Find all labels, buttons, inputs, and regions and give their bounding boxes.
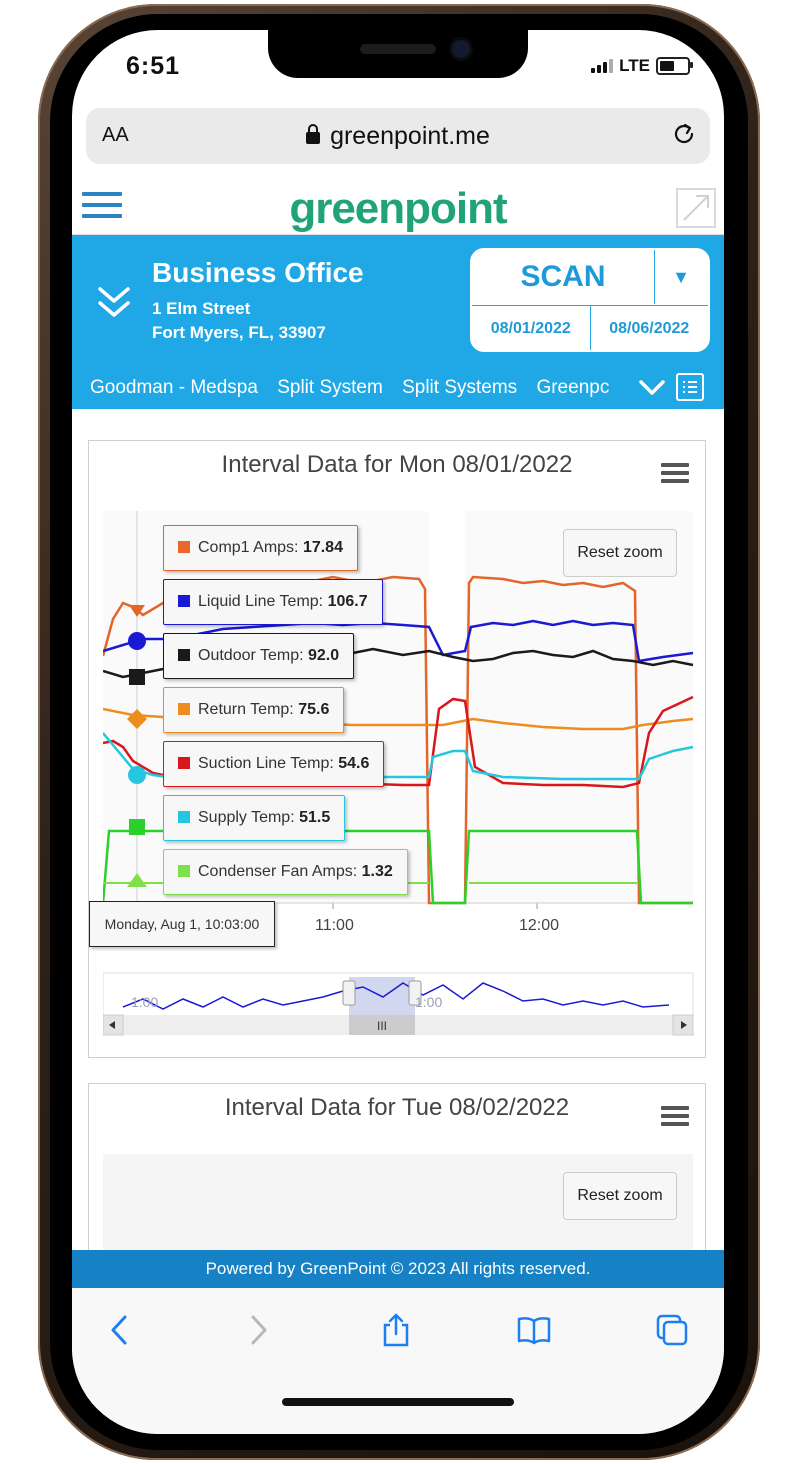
- marker-condenser-fan: [129, 819, 145, 835]
- reset-zoom-button[interactable]: Reset zoom: [563, 1172, 677, 1220]
- end-date[interactable]: 08/06/2022: [591, 306, 709, 350]
- start-date[interactable]: 08/01/2022: [472, 306, 591, 350]
- chart-title: Interval Data for Mon 08/01/2022: [221, 451, 573, 478]
- phone-notch: [268, 30, 528, 78]
- tab-goodman-medspa[interactable]: Goodman - Medspa: [90, 377, 258, 398]
- tooltip-return-temp: Return Temp: 75.6: [163, 687, 345, 733]
- reload-icon[interactable]: [672, 122, 696, 146]
- phone-screen: 6:51 LTE AA greenpoint.me greenpoint Bus…: [72, 30, 724, 1434]
- chart-menu-icon[interactable]: [661, 1106, 689, 1130]
- url-bar[interactable]: AA greenpoint.me: [86, 108, 710, 164]
- site-footer: Powered by GreenPoint © 2023 All rights …: [72, 1250, 724, 1288]
- tooltip-label: Supply Temp:: [198, 809, 300, 826]
- greenpoint-logo[interactable]: greenpoint: [72, 184, 724, 234]
- back-icon[interactable]: [102, 1312, 138, 1348]
- chart-card-mon: Interval Data for Mon 08/01/2022 1:00 1:…: [88, 440, 706, 1058]
- plot-gap: [429, 511, 465, 903]
- x-axis-tooltip: Monday, Aug 1, 10:03:00: [89, 901, 275, 947]
- tooltip-value: 17.84: [302, 539, 343, 556]
- navigator-handle-left[interactable]: [342, 980, 356, 1006]
- list-icon[interactable]: [676, 373, 704, 401]
- tabs-icon[interactable]: [654, 1312, 690, 1348]
- tooltip-outdoor-temp: Outdoor Temp: 92.0: [163, 633, 355, 679]
- tooltip-supply-temp: Supply Temp: 51.5: [163, 795, 346, 841]
- legend-swatch: [178, 811, 190, 823]
- status-time: 6:51: [126, 52, 181, 80]
- bookmarks-icon[interactable]: [516, 1312, 552, 1348]
- tooltip-label: Outdoor Temp:: [198, 647, 308, 664]
- scan-date-range: 08/01/2022 08/06/2022: [472, 305, 709, 350]
- url-text[interactable]: greenpoint.me: [86, 122, 710, 151]
- tooltip-liquid-line-temp: Liquid Line Temp: 106.7: [163, 579, 383, 625]
- chevron-down-icon[interactable]: [638, 375, 666, 401]
- chart-menu-icon[interactable]: [661, 463, 689, 487]
- signal-icon: [591, 59, 614, 73]
- tooltip-label: Return Temp:: [198, 701, 299, 718]
- tooltip-value: 54.6: [338, 755, 370, 772]
- tooltip-condenser-fan-amps: Condenser Fan Amps: 1.32: [163, 849, 408, 895]
- tooltip-comp1-amps: Comp1 Amps: 17.84: [163, 525, 358, 571]
- earpiece-speaker: [360, 44, 436, 54]
- address-line2: Fort Myers, FL, 33907: [152, 323, 326, 342]
- marker-liquid-line: [128, 632, 146, 650]
- scan-button[interactable]: SCAN: [472, 250, 655, 304]
- tooltip-value: 51.5: [299, 809, 331, 826]
- lock-icon: [306, 124, 321, 144]
- tab-greenpoint[interactable]: Greenpc: [536, 377, 609, 398]
- tooltip-label: Comp1 Amps:: [198, 539, 303, 556]
- navigator-label-right: 1:00: [415, 994, 442, 1010]
- navigator-label-left: 1:00: [131, 994, 158, 1010]
- legend-swatch: [178, 757, 190, 769]
- x-tick-label: 12:00: [519, 917, 560, 934]
- scan-control: SCAN ▼ 08/01/2022 08/06/2022: [470, 248, 710, 352]
- location-header: Business Office 1 Elm Street Fort Myers,…: [72, 235, 724, 409]
- scan-dropdown-button[interactable]: ▼: [654, 250, 708, 304]
- reset-zoom-button[interactable]: Reset zoom: [563, 529, 677, 577]
- expand-icon[interactable]: [676, 188, 716, 228]
- tooltip-suction-line-temp: Suction Line Temp: 54.6: [163, 741, 385, 787]
- network-label: LTE: [619, 56, 650, 75]
- tooltip-value: 106.7: [327, 593, 368, 610]
- legend-swatch: [178, 649, 190, 661]
- double-chevron-down-icon[interactable]: [94, 283, 134, 323]
- tab-split-system[interactable]: Split System: [277, 377, 383, 398]
- legend-swatch: [178, 541, 190, 553]
- share-icon[interactable]: [378, 1312, 414, 1348]
- x-tick-label: 11:00: [315, 917, 354, 934]
- system-tabs: Goodman - Medspa Split System Split Syst…: [90, 377, 636, 399]
- status-indicators: LTE: [591, 56, 693, 76]
- front-camera: [452, 40, 470, 58]
- scroll-thumb-grip: III: [377, 1019, 387, 1033]
- home-indicator[interactable]: [282, 1398, 514, 1406]
- legend-swatch: [178, 595, 190, 607]
- marker-supply: [128, 766, 146, 784]
- battery-icon: [656, 57, 693, 75]
- browser-toolbar: [72, 1288, 724, 1434]
- tab-split-systems[interactable]: Split Systems: [402, 377, 517, 398]
- tooltip-label: Suction Line Temp:: [198, 755, 339, 772]
- tooltip-value: 75.6: [298, 701, 330, 718]
- url-domain: greenpoint.me: [330, 122, 490, 150]
- marker-outdoor: [129, 669, 145, 685]
- location-address: 1 Elm Street Fort Myers, FL, 33907: [152, 297, 326, 345]
- location-name: Business Office: [152, 257, 364, 288]
- legend-swatch: [178, 703, 190, 715]
- site-header: greenpoint: [72, 180, 724, 235]
- forward-icon[interactable]: [240, 1312, 276, 1348]
- tooltip-label: Liquid Line Temp:: [198, 593, 328, 610]
- address-line1: 1 Elm Street: [152, 299, 251, 318]
- tooltip-value: 92.0: [307, 647, 340, 664]
- chart-title: Interval Data for Tue 08/02/2022: [224, 1094, 570, 1121]
- legend-swatch: [178, 865, 190, 877]
- tooltip-value: 1.32: [361, 863, 393, 880]
- tooltip-label: Condenser Fan Amps:: [198, 863, 362, 880]
